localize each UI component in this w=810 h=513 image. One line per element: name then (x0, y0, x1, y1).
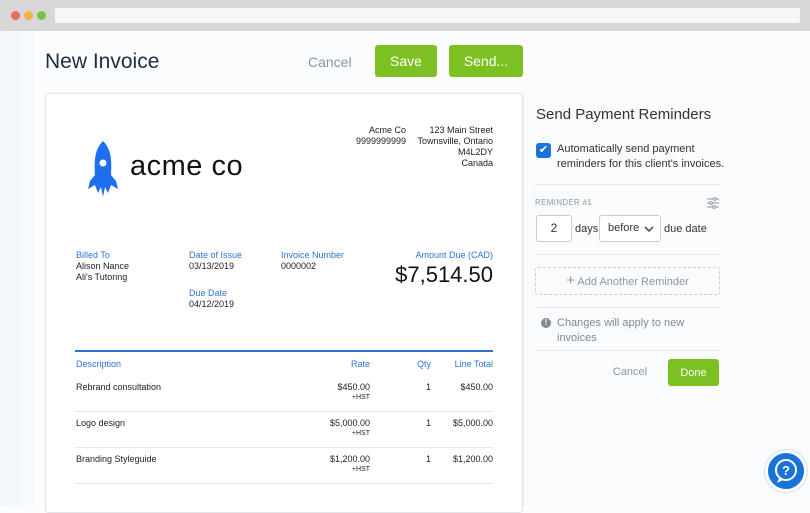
timing-select[interactable]: before (599, 215, 661, 242)
maximize-window-icon[interactable] (37, 11, 46, 20)
date-of-issue-label: Date of Issue (189, 250, 243, 260)
client-name[interactable]: Alison Nance (76, 261, 129, 272)
row-divider (75, 483, 493, 484)
cancel-button[interactable]: Cancel (308, 54, 352, 70)
chevron-down-icon (644, 226, 654, 232)
row-qty: 1 (425, 382, 431, 392)
svg-text:?: ? (782, 463, 790, 478)
due-date-label: due date (664, 223, 707, 235)
row-rate: $5,000.00 (329, 418, 370, 428)
company-contact: Acme Co 9999999999 (330, 125, 406, 147)
divider (535, 350, 720, 351)
due-date-value[interactable]: 04/12/2019 (189, 299, 234, 310)
row-total: $1,200.00 (452, 454, 493, 464)
plus-icon: + (566, 272, 575, 289)
logo-text: acme co (130, 150, 244, 182)
row-rate: $1,200.00 (329, 454, 370, 464)
street: 123 Main Street (429, 125, 493, 135)
close-window-icon[interactable] (11, 11, 20, 20)
due-date: Due Date 04/12/2019 (189, 288, 234, 310)
company-address: 123 Main Street Townsville, Ontario M4L2… (400, 125, 493, 169)
column-description: Description (76, 359, 122, 369)
country: Canada (461, 158, 493, 168)
days-label: days (575, 223, 599, 235)
row-tax: +HST (351, 430, 370, 437)
column-rate: Rate (350, 359, 370, 369)
address-bar[interactable] (55, 8, 800, 23)
add-reminder-label: Add Another Reminder (577, 276, 689, 288)
row-total: $5,000.00 (452, 418, 493, 428)
billed-to-label: Billed To (76, 250, 110, 260)
notice-text: Changes will apply to new invoices (557, 317, 685, 344)
divider (535, 254, 720, 255)
info-icon: ! (541, 318, 551, 328)
minimize-window-icon[interactable] (24, 11, 33, 20)
row-description: Logo design (76, 418, 126, 428)
rocket-logo-icon (88, 141, 118, 197)
save-button[interactable]: Save (375, 45, 437, 77)
row-tax: +HST (351, 466, 370, 473)
company-phone: 9999999999 (355, 136, 406, 146)
row-description: Branding Styleguide (76, 454, 157, 464)
row-qty: 1 (425, 454, 431, 464)
client-company[interactable]: Ali's Tutoring (76, 272, 129, 283)
postal: M4L2DY (457, 147, 493, 157)
done-button[interactable]: Done (668, 359, 719, 386)
invoice-number-value[interactable]: 0000002 (281, 261, 344, 272)
reminders-title: Send Payment Reminders (536, 106, 712, 123)
row-divider (75, 447, 493, 448)
settings-sliders-icon[interactable] (707, 197, 719, 209)
auto-send-label: Automatically send payment reminders for… (557, 143, 725, 170)
city: Townsville, Ontario (417, 136, 493, 146)
row-rate: $450.00 (337, 382, 370, 392)
row-divider (75, 411, 493, 412)
divider (535, 307, 720, 308)
amount-due-label: Amount Due (CAD) (415, 250, 493, 260)
table-row[interactable]: Rebrand consultation $450.00 +HST 1 $450… (75, 382, 493, 418)
reminder-cancel-button[interactable]: Cancel (605, 366, 655, 378)
row-description: Rebrand consultation (76, 382, 162, 392)
checkmark-icon: ✔ (538, 144, 549, 156)
days-input[interactable]: 2 (536, 215, 572, 242)
add-reminder-button[interactable]: + Add Another Reminder (535, 267, 720, 295)
date-of-issue: Date of Issue 03/13/2019 (189, 250, 242, 272)
invoice-number-label: Invoice Number (281, 250, 345, 260)
company-name: Acme Co (368, 125, 406, 135)
divider (535, 184, 720, 185)
row-tax: +HST (351, 394, 370, 401)
column-line-total: Line Total (454, 359, 493, 369)
sidebar-background (0, 31, 35, 506)
auto-send-checkbox[interactable]: ✔ (536, 143, 551, 158)
amount-due-value: $7,514.50 (395, 262, 493, 287)
help-button[interactable]: ? (765, 450, 807, 492)
table-row[interactable]: Branding Styleguide $1,200.00 +HST 1 $1,… (75, 454, 493, 490)
send-button[interactable]: Send... (449, 45, 523, 77)
invoice-number: Invoice Number 0000002 (281, 250, 344, 272)
date-of-issue-value[interactable]: 03/13/2019 (189, 261, 242, 272)
page-title: New Invoice (45, 50, 160, 73)
timing-value: before (608, 222, 640, 234)
column-qty: Qty (416, 359, 431, 369)
due-date-label: Due Date (189, 288, 228, 298)
reminder-label: REMINDER #1 (535, 198, 593, 207)
billed-to: Billed To Alison Nance Ali's Tutoring (76, 250, 129, 283)
row-qty: 1 (425, 418, 431, 428)
table-row[interactable]: Logo design $5,000.00 +HST 1 $5,000.00 (75, 418, 493, 454)
table-divider (75, 350, 493, 352)
amount-due: Amount Due (CAD) $7,514.50 (360, 250, 493, 288)
row-total: $450.00 (460, 382, 493, 392)
help-chat-icon: ? (775, 459, 797, 483)
